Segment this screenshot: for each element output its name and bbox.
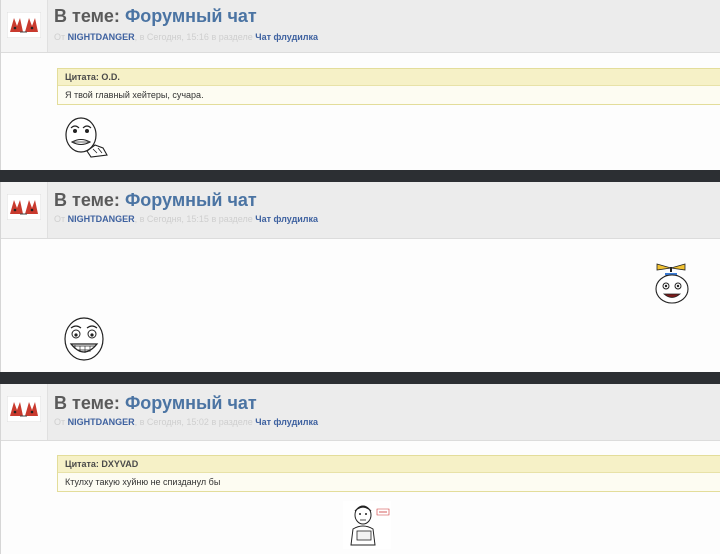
foxes-avatar-icon — [7, 12, 41, 38]
post-title-prefix: В теме: — [54, 393, 120, 413]
meta-from: От — [54, 32, 66, 42]
post-2: В теме: Форумный чат От NIGHTDANGER, в С… — [0, 182, 720, 372]
post-time: , в Сегодня, 15:02 в разделе — [134, 417, 253, 427]
reading-man-icon — [343, 501, 391, 549]
author-link[interactable]: NIGHTDANGER — [68, 417, 135, 427]
post-header: В теме: Форумный чат От NIGHTDANGER, в С… — [1, 182, 720, 239]
quote-text: Я твой главный хейтеры, сучара. — [58, 86, 720, 104]
meta-from: От — [54, 214, 66, 224]
post-meta: От NIGHTDANGER, в Сегодня, 15:02 в разде… — [54, 417, 318, 427]
section-link[interactable]: Чат флудилка — [255, 417, 318, 427]
post-time: , в Сегодня, 15:15 в разделе — [134, 214, 253, 224]
post-meta: От NIGHTDANGER, в Сегодня, 15:15 в разде… — [54, 214, 318, 224]
post-time: , в Сегодня, 15:16 в разделе — [134, 32, 253, 42]
author-avatar[interactable] — [1, 384, 48, 440]
post-header: В теме: Форумный чат От NIGHTDANGER, в С… — [1, 384, 720, 441]
propeller-hat-face-icon — [655, 263, 689, 304]
post-separator — [0, 372, 720, 384]
foxes-avatar-icon — [7, 396, 41, 422]
post-meta: От NIGHTDANGER, в Сегодня, 15:16 в разде… — [54, 32, 318, 42]
quote-block: Цитата: DXYVAD Ктулху такую хуйню не спи… — [57, 455, 720, 492]
section-link[interactable]: Чат флудилка — [255, 32, 318, 42]
quote-author: Цитата: O.D. — [58, 69, 720, 86]
quote-block: Цитата: O.D. Я твой главный хейтеры, суч… — [57, 68, 720, 105]
author-link[interactable]: NIGHTDANGER — [68, 32, 135, 42]
foxes-avatar-icon — [7, 194, 41, 220]
topic-link[interactable]: Форумный чат — [125, 190, 257, 210]
meta-from: От — [54, 417, 66, 427]
section-link[interactable]: Чат флудилка — [255, 214, 318, 224]
author-avatar[interactable] — [1, 182, 48, 238]
post-title-prefix: В теме: — [54, 6, 120, 26]
topic-link[interactable]: Форумный чат — [125, 393, 257, 413]
post-title-prefix: В теме: — [54, 190, 120, 210]
post-1: В теме: Форумный чат От NIGHTDANGER, в С… — [0, 0, 720, 170]
post-separator — [0, 170, 720, 182]
post-3: В теме: Форумный чат От NIGHTDANGER, в С… — [0, 384, 720, 554]
author-link[interactable]: NIGHTDANGER — [68, 214, 135, 224]
happy-face-icon — [64, 317, 104, 361]
rage-face-icon — [65, 117, 108, 158]
quote-text: Ктулху такую хуйню не спизданул бы — [58, 473, 720, 491]
topic-link[interactable]: Форумный чат — [125, 6, 257, 26]
post-header: В теме: Форумный чат От NIGHTDANGER, в С… — [1, 0, 720, 53]
author-avatar[interactable] — [1, 0, 48, 52]
quote-author: Цитата: DXYVAD — [58, 456, 720, 473]
